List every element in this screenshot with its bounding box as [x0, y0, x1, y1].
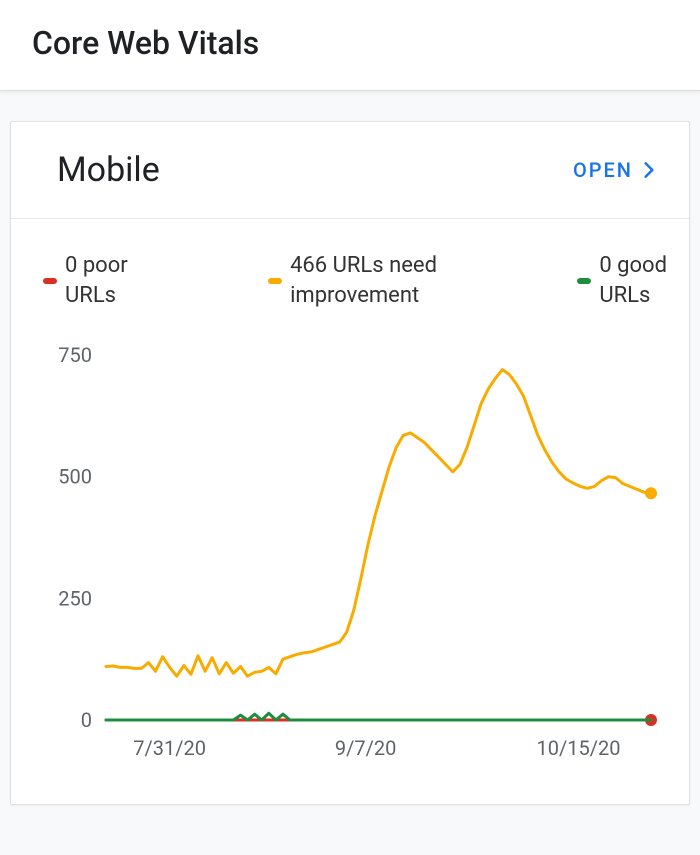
chart-legend: 0 poorURLs 466 URLs needimprovement 0 go…	[11, 219, 689, 320]
series-line	[106, 370, 651, 677]
mobile-card: Mobile OPEN 0 poorURLs 466 URLs needimpr…	[10, 121, 690, 805]
legend-label-ni: 466 URLs needimprovement	[290, 251, 437, 310]
series-line	[106, 714, 651, 721]
series-end-marker	[645, 488, 657, 500]
svg-text:500: 500	[58, 465, 92, 489]
swatch-good-icon	[577, 278, 591, 284]
card-header: Mobile OPEN	[11, 122, 689, 219]
chevron-right-icon	[639, 160, 659, 180]
open-report-link[interactable]: OPEN	[573, 158, 659, 182]
card-title: Mobile	[57, 150, 160, 190]
legend-label-good: 0 goodURLs	[599, 251, 667, 310]
line-chart[interactable]: 0 250 500 750 7/31/20 9/7/20 10/15/20	[31, 340, 671, 770]
svg-text:10/15/20: 10/15/20	[537, 736, 621, 760]
svg-text:7/31/20: 7/31/20	[133, 736, 206, 760]
svg-text:9/7/20: 9/7/20	[335, 736, 396, 760]
swatch-poor-icon	[43, 278, 57, 284]
page-title: Core Web Vitals	[32, 24, 668, 62]
open-label: OPEN	[573, 158, 633, 182]
svg-text:250: 250	[58, 587, 92, 611]
legend-item-poor[interactable]: 0 poorURLs	[43, 251, 128, 310]
swatch-ni-icon	[268, 278, 282, 284]
svg-text:750: 750	[58, 343, 92, 367]
legend-item-ni[interactable]: 466 URLs needimprovement	[268, 251, 437, 310]
legend-label-poor: 0 poorURLs	[65, 251, 128, 310]
chart-area: 0 250 500 750 7/31/20 9/7/20 10/15/20	[11, 320, 689, 804]
page-header: Core Web Vitals	[0, 0, 700, 91]
legend-item-good[interactable]: 0 goodURLs	[577, 251, 667, 310]
svg-text:0: 0	[81, 708, 92, 732]
